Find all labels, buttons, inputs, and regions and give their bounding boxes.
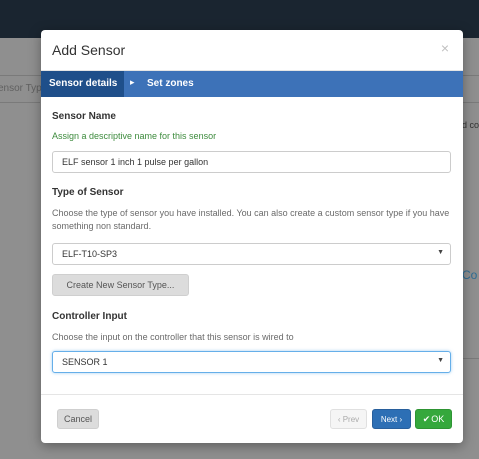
chevron-right-icon: ▸ xyxy=(130,77,135,87)
ok-label: OK xyxy=(431,414,445,424)
sensor-type-heading: Type of Sensor xyxy=(52,187,124,198)
sensor-name-input[interactable]: ELF sensor 1 inch 1 pulse per gallon xyxy=(52,151,451,173)
modal-header: Add Sensor × xyxy=(41,30,463,71)
ok-button[interactable]: ✔ OK xyxy=(415,409,452,429)
controller-input-selected: SENSOR 1 xyxy=(62,357,108,367)
wizard-steps: Sensor details ▸ Set zones xyxy=(41,71,463,97)
sensor-type-help: Choose the type of sensor you have insta… xyxy=(52,208,450,231)
caret-down-icon: ▼ xyxy=(437,249,444,256)
background-text-right: d co xyxy=(462,120,479,130)
sensor-type-select[interactable]: ELF-T10-SP3 ▼ xyxy=(52,243,451,265)
cancel-button[interactable]: Cancel xyxy=(57,409,99,429)
close-icon[interactable]: × xyxy=(441,40,449,56)
controller-input-heading: Controller Input xyxy=(52,311,127,322)
background-text-right-link: Co xyxy=(462,268,478,282)
step-label: Sensor details xyxy=(49,78,118,89)
add-sensor-modal: Add Sensor × Sensor details ▸ Set zones … xyxy=(41,30,463,443)
modal-title: Add Sensor xyxy=(52,42,126,58)
background-divider xyxy=(462,358,479,359)
sensor-name-heading: Sensor Name xyxy=(52,111,116,122)
background-divider xyxy=(0,102,40,103)
controller-input-select[interactable]: SENSOR 1 ▼ xyxy=(52,351,451,373)
caret-down-icon: ▼ xyxy=(437,357,444,364)
prev-button[interactable]: ‹ Prev xyxy=(330,409,367,429)
check-icon: ✔ xyxy=(422,413,431,424)
background-text-left: ensor Typ xyxy=(0,83,42,94)
step-sensor-details[interactable]: Sensor details xyxy=(41,71,124,97)
create-sensor-type-button[interactable]: Create New Sensor Type... xyxy=(52,274,189,296)
next-button[interactable]: Next › xyxy=(372,409,411,429)
step-set-zones[interactable]: Set zones xyxy=(147,78,194,89)
background-divider xyxy=(462,102,479,103)
modal-footer: Cancel ‹ Prev Next › ✔ OK xyxy=(41,394,463,443)
sensor-name-help: Assign a descriptive name for this senso… xyxy=(52,131,217,141)
controller-input-help: Choose the input on the controller that … xyxy=(52,332,294,342)
sensor-type-selected: ELF-T10-SP3 xyxy=(62,249,118,259)
